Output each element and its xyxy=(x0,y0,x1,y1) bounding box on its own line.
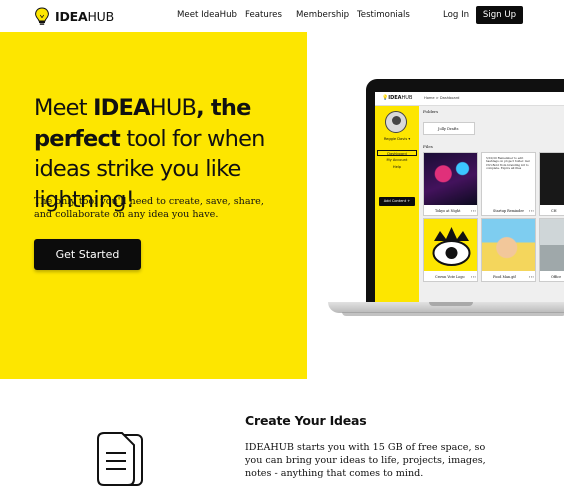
avatar xyxy=(385,111,407,133)
file-name: Office xyxy=(542,272,564,281)
login-link[interactable]: Log In xyxy=(443,10,469,20)
app-header: 💡IDEAHUB Home > Dashboard xyxy=(375,92,564,106)
nav-link-testimonials[interactable]: Testimonials xyxy=(357,10,410,20)
hero-panel: Meet IDEAHUB, the perfect tool for when … xyxy=(0,32,307,379)
get-started-button[interactable]: Get Started xyxy=(34,239,141,270)
file-card: Crown Vote Logo xyxy=(423,218,478,282)
file-thumbnail xyxy=(424,153,477,205)
file-card: Food Man.gif xyxy=(481,218,536,282)
file-thumbnail xyxy=(540,153,564,205)
app-nav-help: Help xyxy=(392,165,402,169)
app-folder: Jolly Drafts xyxy=(423,122,475,135)
document-stack-icon xyxy=(97,432,143,486)
nav-link-membership[interactable]: Membership xyxy=(296,10,349,20)
section-text: IDEAHUB starts you with 15 GB of free sp… xyxy=(245,442,486,480)
hero-brand-bold: IDEA xyxy=(93,95,150,121)
nav-link-features[interactable]: Features xyxy=(245,10,282,20)
file-note-thumbnail: 5/10/20 Remember to edit hashtags on pro… xyxy=(486,156,530,171)
file-name: Crown Vote Logo xyxy=(426,272,477,281)
app-breadcrumb: Home > Dashboard xyxy=(424,96,460,100)
laptop-screen: 💡IDEAHUB Home > Dashboard Reggie Davis ▾… xyxy=(375,92,564,303)
section-title: Create Your Ideas xyxy=(245,413,367,428)
logo-light: HUB xyxy=(87,9,114,24)
hero-subtitle: The only tool you'll need to create, sav… xyxy=(34,196,264,220)
app-folders-heading: Folders xyxy=(423,109,439,114)
hero-brand-light: HUB xyxy=(149,95,197,121)
laptop-mockup: 💡IDEAHUB Home > Dashboard Reggie Davis ▾… xyxy=(328,76,564,324)
logo[interactable]: IDEAHUB xyxy=(34,7,114,26)
logo-bold: IDEA xyxy=(55,9,88,24)
file-name: Food Man.gif xyxy=(484,272,535,281)
app-user-name: Reggie Davis ▾ xyxy=(383,137,411,141)
file-name: Tokyo at Night xyxy=(426,206,477,215)
laptop-shadow xyxy=(342,312,564,316)
signup-button[interactable]: Sign Up xyxy=(476,6,523,24)
file-card: Tokyo at Night xyxy=(423,152,478,216)
app-sidebar: Reggie Davis ▾ Dashboard My Account Help… xyxy=(375,106,419,303)
nav-link-meet-ideahub[interactable]: Meet IdeaHub xyxy=(177,10,237,20)
app-logo: 💡IDEAHUB xyxy=(382,95,413,101)
file-thumbnail xyxy=(540,219,564,271)
app-main: Folders Jolly Drafts Files Tokyo at Nigh… xyxy=(419,106,564,303)
top-nav: IDEAHUB Meet IdeaHub Features Membership… xyxy=(0,0,564,32)
file-thumbnail xyxy=(482,219,535,271)
app-files-heading: Files xyxy=(423,144,433,149)
app-add-content-button: Add Content + xyxy=(379,197,415,206)
crown-eye-thumbnail xyxy=(424,219,477,271)
file-card: CH xyxy=(539,152,564,216)
app-nav-my-account: My Account xyxy=(386,158,408,162)
file-card: 5/10/20 Remember to edit hashtags on pro… xyxy=(481,152,536,216)
file-name: Startup Reminder xyxy=(484,206,535,215)
lightbulb-icon xyxy=(35,7,49,25)
file-card: Office xyxy=(539,218,564,282)
laptop-notch xyxy=(429,302,473,306)
app-nav-dashboard: Dashboard xyxy=(377,150,417,156)
file-name: CH xyxy=(542,206,564,215)
